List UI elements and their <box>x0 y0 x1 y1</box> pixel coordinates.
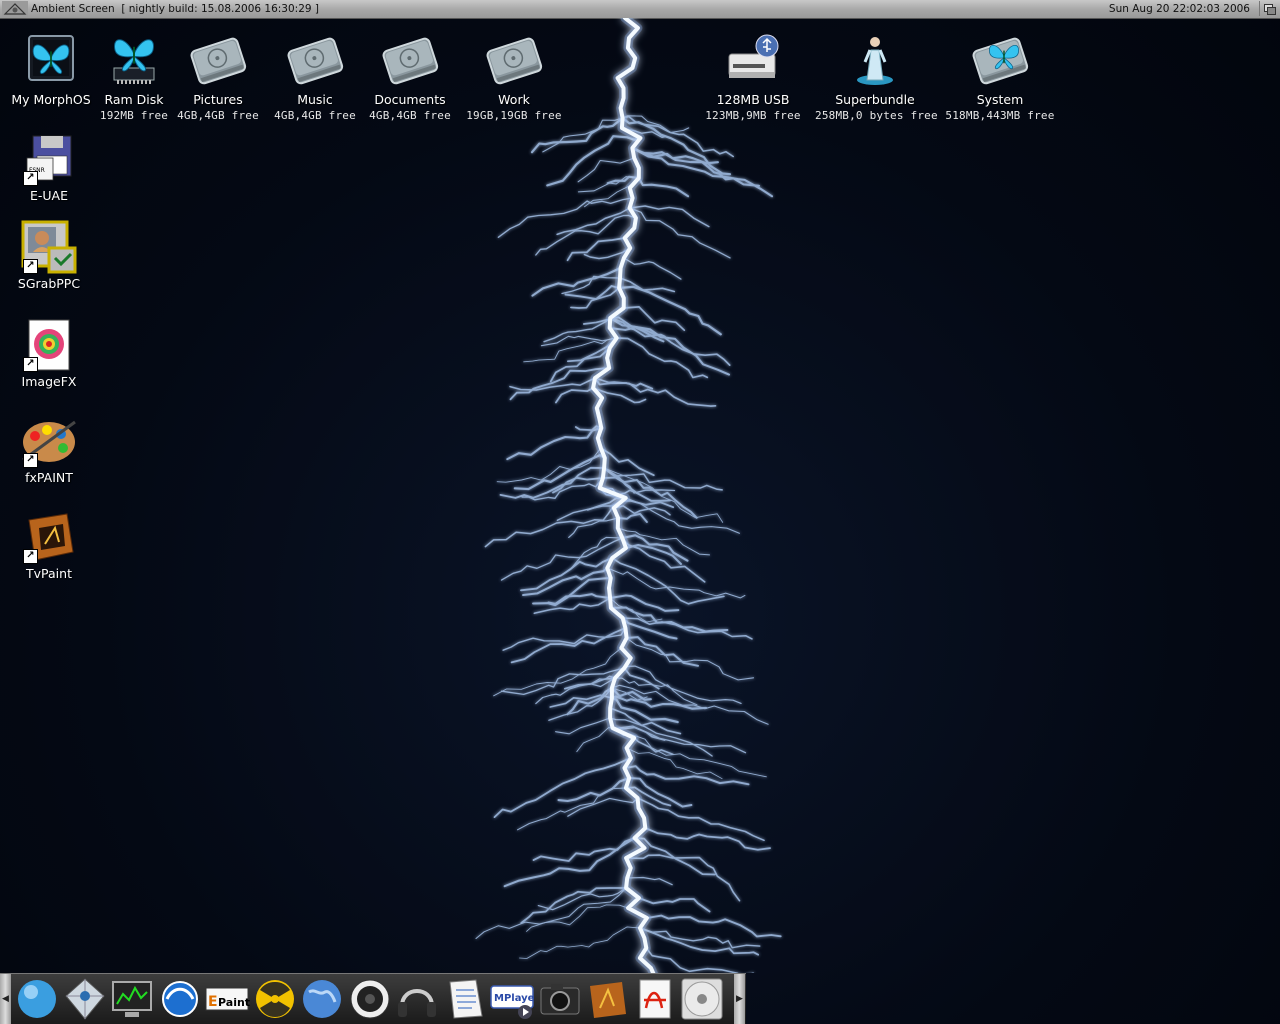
hard-drive-icon <box>287 37 344 85</box>
dock-item[interactable] <box>252 976 298 1022</box>
dock-item[interactable] <box>584 976 630 1022</box>
hard-drive-icon <box>382 37 439 85</box>
desktop-shortcut-icon[interactable]: ↗ fxPAINT <box>8 412 90 486</box>
dock-item[interactable] <box>679 976 725 1022</box>
dock-bar[interactable]: ◀ E Paint MPlayer ▶ <box>0 973 746 1024</box>
desktop-icon[interactable]: Pictures 4GB,4GB free <box>176 30 260 124</box>
desktop-icon-label: Music <box>297 92 333 107</box>
desktop-icon-label: E-UAE <box>29 188 68 203</box>
dock-item[interactable] <box>537 976 583 1022</box>
desktop-icon-label: Superbundle <box>835 92 915 107</box>
dock-item[interactable] <box>157 976 203 1022</box>
desktop-icon-free-space: 258MB,0 bytes free <box>815 109 938 122</box>
desktop-icon[interactable]: Work 19GB,19GB free <box>464 30 564 124</box>
screen-depth-gadget[interactable] <box>1259 1 1278 16</box>
system-drive-butterfly-icon <box>972 37 1029 85</box>
desktop-icon[interactable]: My MorphOS <box>4 30 98 108</box>
cd-disc-icon <box>681 978 723 1020</box>
dock-item[interactable] <box>394 976 440 1022</box>
dock-item[interactable] <box>442 976 488 1022</box>
desktop-shortcut-icon[interactable]: FSNR ↗ E-UAE <box>8 130 90 204</box>
dock-item[interactable]: E Paint <box>204 976 250 1022</box>
headphones-icon <box>398 989 436 1017</box>
desktop-icon[interactable]: Music 4GB,4GB free <box>272 30 358 124</box>
screen-title-bar[interactable]: Ambient Screen [ nightly build: 15.08.20… <box>0 0 1280 19</box>
usb-drive-icon <box>728 34 779 78</box>
shortcut-arrow-icon: ↗ <box>23 357 38 372</box>
desktop-icon-label: Documents <box>374 92 446 107</box>
shortcut-arrow-icon: ↗ <box>23 259 38 274</box>
desktop-icon-label: Pictures <box>193 92 243 107</box>
shortcut-arrow-icon: ↗ <box>23 453 38 468</box>
desktop-icon[interactable]: Superbundle 258MB,0 bytes free <box>815 30 938 124</box>
browser-globe-icon <box>161 981 198 1017</box>
dock-scroll-left-button[interactable]: ◀ <box>0 974 11 1024</box>
tvpaint-dock-icon <box>590 982 626 1018</box>
hard-drive-icon <box>486 37 543 85</box>
desktop-icon-label: Ram Disk <box>104 92 164 107</box>
desktop-icon[interactable]: 128MB USB 123MB,9MB free <box>703 30 803 124</box>
dock-item[interactable] <box>347 976 393 1022</box>
superbundle-figure-icon <box>857 37 893 85</box>
desktop-icon-label: Work <box>498 92 530 107</box>
desktop-shortcut-icon[interactable]: ↗ ImageFX <box>8 316 90 390</box>
camera-icon <box>540 984 579 1015</box>
dock-item-label: MPlayer <box>494 993 535 1004</box>
dock-item[interactable] <box>14 976 60 1022</box>
speaker-icon <box>350 979 389 1019</box>
desktop-icon[interactable]: Documents 4GB,4GB free <box>366 30 454 124</box>
desktop-icon-free-space: 4GB,4GB free <box>369 109 451 122</box>
epaint-icon: E Paint <box>205 987 250 1011</box>
dock-item[interactable] <box>109 976 155 1022</box>
shortcut-arrow-icon: ↗ <box>23 171 38 186</box>
desktop-screen[interactable]: Ambient Screen [ nightly build: 15.08.20… <box>0 0 1280 1024</box>
screen-title: Ambient Screen [ nightly build: 15.08.20… <box>31 3 319 15</box>
shortcut-arrow-icon: ↗ <box>23 549 38 564</box>
radiation-icon <box>255 980 294 1018</box>
desktop-icon-label: ImageFX <box>21 374 77 389</box>
dock-scroll-right-button[interactable]: ▶ <box>734 974 745 1024</box>
hard-drive-icon <box>190 37 247 85</box>
desktop-icon-label: System <box>976 92 1024 107</box>
monitor-icon <box>112 981 152 1017</box>
desktop-icon-free-space: 19GB,19GB free <box>466 109 562 122</box>
svg-text:E: E <box>208 994 218 1010</box>
ram-disk-butterfly-icon <box>113 39 155 84</box>
desktop-shortcut-icon[interactable]: ↗ SGrabPPC <box>8 218 90 292</box>
desktop-icon-free-space: 4GB,4GB free <box>274 109 356 122</box>
desktop-icon-label: 128MB USB <box>716 92 790 107</box>
desktop-icon-label: TvPaint <box>26 566 72 581</box>
desktop-icon-free-space: 192MB free <box>99 109 169 122</box>
dock-item[interactable] <box>62 976 108 1022</box>
desktop-icon-label: fxPAINT <box>25 470 73 485</box>
desktop-icon-free-space: 518MB,443MB free <box>945 109 1055 122</box>
morphos-logo-icon[interactable] <box>2 1 28 17</box>
pdf-reader-icon <box>639 979 670 1019</box>
desktop-icon-label: My MorphOS <box>11 92 91 107</box>
dock-item-label: Paint <box>218 996 250 1009</box>
text-editor-icon <box>448 979 483 1019</box>
morphos-butterfly-cube-icon <box>28 35 74 81</box>
mplayer-icon: MPlayer <box>490 985 539 1019</box>
desktop-icon[interactable]: System 518MB,443MB free <box>944 30 1056 124</box>
globe-orb-icon <box>18 980 56 1018</box>
dock-item[interactable] <box>632 976 678 1022</box>
dock-item[interactable] <box>299 976 345 1022</box>
lightning-wallpaper <box>475 18 782 973</box>
desktop-icon-free-space: 4GB,4GB free <box>177 109 259 122</box>
desktop-icon-label: SGrabPPC <box>17 276 81 291</box>
desktop-icon[interactable]: Ram Disk 192MB free <box>98 30 170 124</box>
desktop-icon-free-space: 123MB,9MB free <box>705 109 801 122</box>
earth-globe-icon <box>303 980 341 1018</box>
diamond-icon <box>64 978 105 1020</box>
desktop-shortcut-icon[interactable]: ↗ TvPaint <box>8 508 90 582</box>
dock-item[interactable]: MPlayer <box>489 976 539 1022</box>
screen-clock: Sun Aug 20 22:02:03 2006 <box>1108 3 1250 15</box>
